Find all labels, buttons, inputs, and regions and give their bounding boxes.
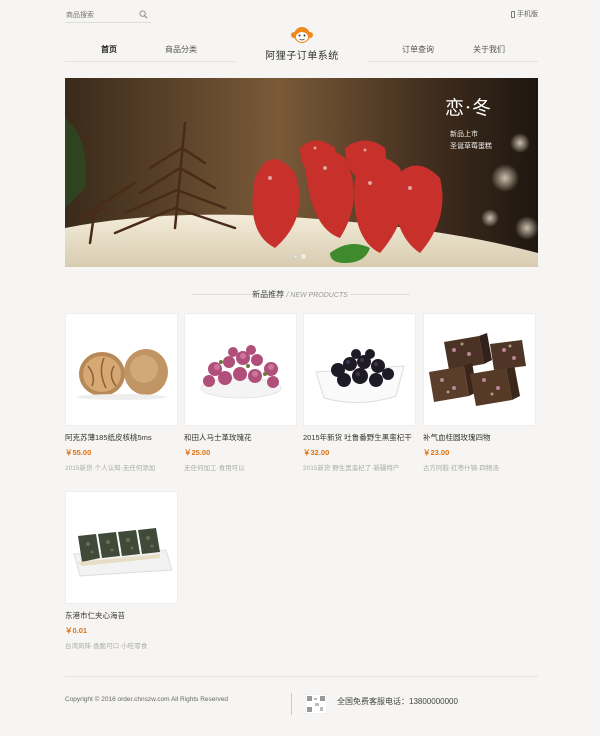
- product-image[interactable]: [423, 313, 536, 426]
- walnut-image: [77, 349, 168, 400]
- product-desc: 2015新货·个人认知·无任何添加: [65, 465, 156, 472]
- product-card[interactable]: 和田人马士革玫瑰花 ￥25.00 无任何加工·食用可以: [184, 313, 297, 472]
- copyright-text: Copyright © 2016 order.chnszw.com All Ri…: [65, 696, 229, 703]
- nav-divider-right: [367, 61, 538, 62]
- nav-categories[interactable]: 商品分类: [165, 44, 197, 55]
- product-name[interactable]: 和田人马士革玫瑰花: [184, 432, 297, 443]
- product-price: ￥55.00: [65, 448, 92, 457]
- product-card[interactable]: 2015年新货 吐鲁番野生黑蛮杞干 ￥32.00 2015新货 野生黑蛮杞了·新…: [303, 313, 416, 472]
- footer-divider: [65, 676, 538, 677]
- product-card[interactable]: 阿克苏薄185纸皮核桃5ms ￥55.00 2015新货·个人认知·无任何添加: [65, 313, 178, 472]
- mobile-label: 手机版: [517, 11, 538, 18]
- qr-code-icon: [305, 694, 327, 714]
- product-card[interactable]: 补气血桂圆玫瑰四物 ￥23.00 古方阿胶·红枣什锦·四物汤: [423, 313, 536, 472]
- section-title: 新品推荐 / NEW PRODUCTS: [252, 290, 348, 299]
- section-title-cn: 新品推荐: [252, 290, 285, 299]
- brown-sugar-image: [429, 333, 526, 406]
- monkey-logo-icon: [291, 27, 313, 43]
- carousel-dot[interactable]: [301, 254, 306, 259]
- banner-subtitle-2: 圣诞草莓蛋糕: [450, 142, 492, 150]
- product-desc: 2015新货 野生黑蛮杞了·新疆特产: [303, 465, 400, 472]
- product-price: ￥23.00: [423, 448, 450, 457]
- product-name[interactable]: 东港市仁夹心海苔: [65, 610, 178, 621]
- banner-subtitle-1: 新品上市: [450, 130, 478, 138]
- product-price: ￥25.00: [184, 448, 211, 457]
- product-name[interactable]: 补气血桂圆玫瑰四物: [423, 432, 536, 443]
- footer-separator: [291, 693, 292, 715]
- product-price: ￥0.01: [65, 626, 88, 635]
- section-title-en: NEW PRODUCTS: [290, 292, 348, 299]
- search-icon[interactable]: [139, 10, 148, 19]
- brand-name: 阿狸子订单系统: [265, 51, 339, 62]
- product-desc: 台湾风味·香脆可口·小吃零食: [65, 643, 148, 650]
- product-image[interactable]: [303, 313, 416, 426]
- mobile-version-link[interactable]: 手机版: [511, 9, 538, 19]
- product-desc: 无任何加工·食用可以: [184, 465, 245, 472]
- nav-about[interactable]: 关于我们: [473, 44, 505, 55]
- nav-order-query[interactable]: 订单查询: [402, 44, 434, 55]
- product-image[interactable]: [65, 313, 178, 426]
- carousel-dots[interactable]: [293, 254, 306, 259]
- search-box[interactable]: [65, 8, 151, 23]
- product-name[interactable]: 2015年新货 吐鲁番野生黑蛮杞干: [303, 432, 416, 443]
- phone-icon: [511, 10, 515, 18]
- customer-hotline: 全国免费客服电话：13800000000: [337, 697, 458, 706]
- product-image[interactable]: [184, 313, 297, 426]
- banner-title: 恋·冬: [445, 97, 493, 119]
- seaweed-image: [73, 528, 173, 577]
- search-input[interactable]: [66, 8, 132, 22]
- product-name[interactable]: 阿克苏薄185纸皮核桃5ms: [65, 432, 178, 443]
- carousel-dot[interactable]: [293, 254, 298, 259]
- rose-tea-image: [200, 345, 282, 399]
- product-price: ￥32.00: [303, 448, 330, 457]
- nav-home[interactable]: 首页: [101, 44, 117, 55]
- hero-banner[interactable]: 恋·冬 新品上市 圣诞草莓蛋糕: [65, 78, 538, 267]
- product-card[interactable]: 东港市仁夹心海苔 ￥0.01 台湾风味·香脆可口·小吃零食: [65, 491, 178, 650]
- nav-divider-left: [65, 61, 235, 62]
- site-logo[interactable]: 阿狸子订单系统: [262, 26, 342, 62]
- product-desc: 古方阿胶·红枣什锦·四物汤: [423, 465, 499, 472]
- goji-image: [315, 349, 405, 404]
- product-image[interactable]: [65, 491, 178, 604]
